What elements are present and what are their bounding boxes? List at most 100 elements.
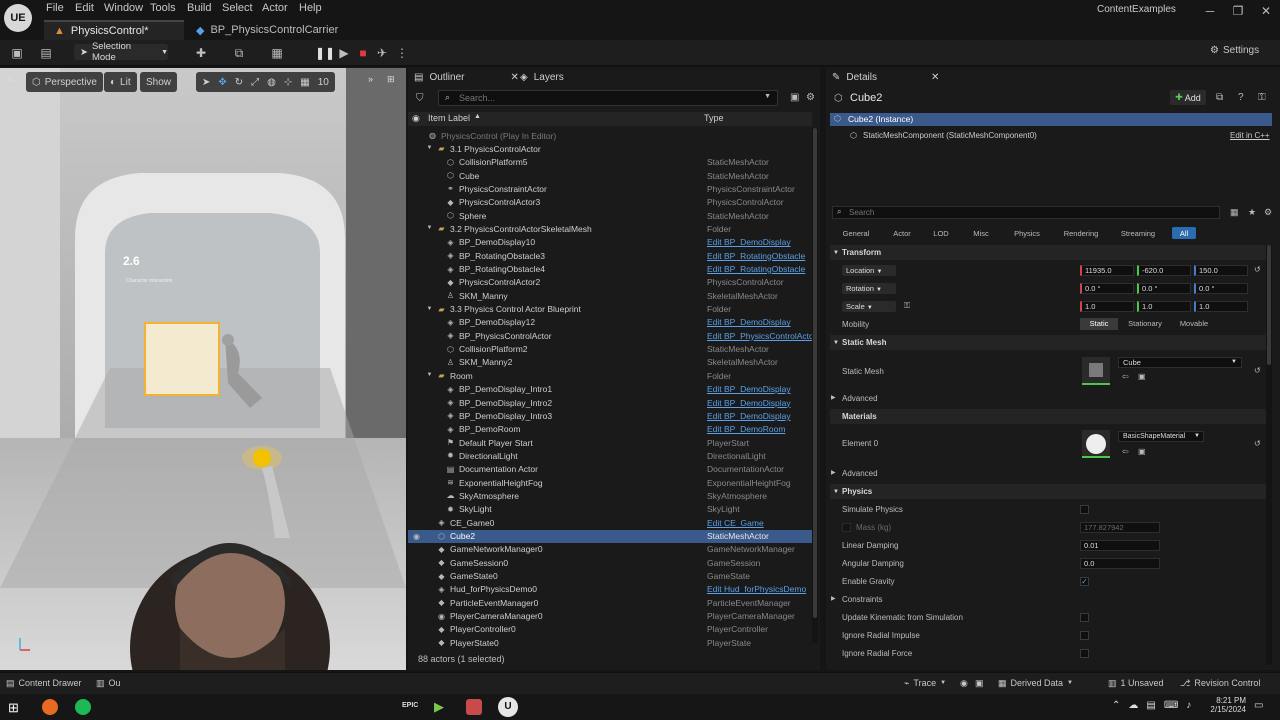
browse-icon[interactable]: ▣ — [1138, 447, 1146, 456]
revision-control-button[interactable]: ⎇ Revision Control — [1180, 676, 1260, 690]
scale-lock-icon[interactable]: ⚿ — [904, 301, 910, 311]
stop-icon[interactable]: ■ — [354, 45, 372, 61]
tab-outliner[interactable]: ▤ Outliner ✕ — [414, 68, 519, 86]
component-row[interactable]: ⬡ StaticMeshComponent (StaticMeshCompone… — [850, 131, 1037, 140]
simulate-physics-checkbox[interactable] — [1080, 505, 1089, 514]
location-x[interactable]: 11935.0 — [1080, 265, 1134, 276]
mobility-static[interactable]: Static — [1080, 318, 1118, 330]
outliner-row[interactable]: ⬡ CollisionPlatform5 StaticMeshActor — [408, 156, 812, 169]
outliner-row[interactable]: ◈ BP_DemoDisplay10 Edit BP_DemoDisplay — [408, 236, 812, 249]
scale-z[interactable]: 1.0 — [1194, 301, 1248, 312]
edit-blueprint-link[interactable]: Edit BP_PhysicsControlActo — [707, 331, 814, 341]
world-icon[interactable]: ◍ — [267, 77, 276, 88]
eject-icon[interactable]: ✈ — [373, 45, 391, 61]
outliner-row[interactable]: ▼ ▰ Room Folder — [408, 369, 812, 382]
outliner-row[interactable]: ⬡ Sphere StaticMeshActor — [408, 209, 812, 222]
close-icon[interactable]: ✕ — [1252, 0, 1280, 22]
step-icon[interactable]: ▶ — [335, 45, 353, 61]
unsaved-button[interactable]: ▥ 1 Unsaved — [1108, 676, 1164, 690]
outliner-row[interactable]: ◆ GameState0 GameState — [408, 570, 812, 583]
location-y[interactable]: -620.0 — [1137, 265, 1191, 276]
menu-window[interactable]: Window — [104, 2, 143, 16]
ignore-radial-force-checkbox[interactable] — [1080, 649, 1089, 658]
reset-icon[interactable]: ↺ — [1254, 265, 1261, 274]
filter-actor[interactable]: Actor — [889, 227, 915, 239]
outliner-row[interactable]: ◈ BP_DemoDisplay_Intro1 Edit BP_DemoDispla… — [408, 383, 812, 396]
static-mesh-section[interactable]: ▼ Static Mesh — [830, 335, 1270, 350]
windows-start-icon[interactable]: ⊞ — [8, 700, 19, 716]
filter-lod[interactable]: LOD — [928, 227, 954, 239]
filter-icon[interactable]: ⛉ — [416, 93, 424, 104]
materials-advanced[interactable]: Advanced — [842, 469, 878, 478]
snapshot-icon[interactable]: ▣ — [975, 676, 984, 690]
blueprint-menu-icon[interactable]: ⧉ — [230, 45, 248, 61]
outliner-row[interactable]: ⬡ CollisionPlatform2 StaticMeshActor — [408, 343, 812, 356]
outliner-row[interactable]: ⬡ Cube StaticMeshActor — [408, 169, 812, 182]
expand-chevron-icon[interactable]: ▼ — [425, 144, 434, 153]
scale-x[interactable]: 1.0 — [1080, 301, 1134, 312]
mobility-stationary[interactable]: Stationary — [1118, 318, 1172, 330]
scrollbar-thumb[interactable] — [1267, 245, 1271, 365]
grid-size[interactable]: 10 — [318, 77, 329, 88]
rotation-y[interactable]: 0.0 ° — [1137, 283, 1191, 294]
reset-icon[interactable]: ↺ — [1254, 439, 1261, 448]
instance-row[interactable]: ⬡ Cube2 (Instance) — [830, 113, 1272, 126]
outliner-row[interactable]: ◆ PhysicsControlActor2 PhysicsControlActor — [408, 276, 812, 289]
outliner-row[interactable]: ◆ PhysicsControlActor3 PhysicsControlActor — [408, 196, 812, 209]
chevron-right-icon[interactable]: ▶ — [831, 394, 836, 401]
material-thumbnail[interactable] — [1082, 430, 1110, 458]
unreal-logo[interactable]: UE — [4, 4, 32, 32]
outliner-row[interactable]: ◈ BP_RotatingObstacle3 Edit BP_RotatingObs… — [408, 249, 812, 262]
tray-icons[interactable]: ⌃ ☁ ▤ ⌨ ♪ — [1112, 700, 1191, 711]
perspective-button[interactable]: ⬡ Perspective — [26, 72, 103, 92]
expand-icon[interactable]: » — [368, 74, 373, 84]
edit-blueprint-link[interactable]: Edit BP_RotatingObstacle — [707, 251, 805, 261]
outliner-row[interactable]: ◆ GameSession0 GameSession — [408, 556, 812, 569]
outliner-row[interactable]: ◆ PlayerState0 PlayerState — [408, 636, 812, 649]
filter-all[interactable]: All — [1172, 227, 1196, 239]
clock[interactable]: 8:21 PM 2/15/2024 — [1206, 696, 1246, 714]
settings-button[interactable]: ⚙ Settings — [1210, 45, 1259, 56]
obs-icon[interactable] — [466, 699, 482, 715]
outliner-row[interactable]: ♙ SKM_Manny SkeletalMeshActor — [408, 289, 812, 302]
expand-chevron-icon[interactable]: ▼ — [425, 224, 434, 233]
visibility-eye-icon[interactable]: ◉ — [412, 532, 421, 541]
edit-blueprint-link[interactable]: Edit BP_DemoDisplay — [707, 411, 791, 421]
minimize-icon[interactable]: ─ — [1196, 0, 1224, 22]
linear-damping-field[interactable]: 0.01 — [1080, 540, 1160, 551]
menu-edit[interactable]: Edit — [75, 2, 94, 16]
menu-file[interactable]: File — [46, 2, 64, 16]
mobility-toggle[interactable]: Static Stationary Movable — [1080, 318, 1220, 330]
expand-chevron-icon[interactable]: ▼ — [425, 371, 434, 380]
rotation-dropdown[interactable]: Rotation ▼ — [842, 283, 896, 294]
close-tab-icon[interactable]: ✕ — [931, 72, 939, 83]
outliner-row[interactable]: ◉ ⬡ Cube2 StaticMeshActor — [408, 529, 812, 543]
use-selected-icon[interactable]: ⇦ — [1122, 372, 1129, 381]
rotate-tool-icon[interactable]: ↻ — [235, 77, 243, 88]
unreal-taskbar-icon[interactable]: U — [498, 697, 518, 717]
edit-cpp-link[interactable]: Edit in C++ — [1230, 131, 1270, 140]
blueprint-icon[interactable]: ⧉ — [1216, 92, 1223, 103]
viewport-options-icon[interactable]: ≡ — [8, 74, 22, 86]
scrollbar-thumb[interactable] — [813, 128, 817, 618]
details-settings-icon[interactable]: ⚙ — [1264, 207, 1272, 218]
mobility-movable[interactable]: Movable — [1172, 318, 1216, 330]
tab-layers[interactable]: ◈ Layers — [520, 68, 564, 86]
filter-streaming[interactable]: Streaming — [1116, 227, 1160, 239]
tab-bp-carrier[interactable]: ◆ BP_PhysicsControlCarrier — [186, 20, 346, 40]
add-folder-icon[interactable]: ▣ — [790, 92, 799, 103]
menu-actor[interactable]: Actor — [262, 2, 288, 16]
outliner-row[interactable]: ◈ BP_DemoRoom Edit BP_DemoRoom — [408, 423, 812, 436]
snap-icon[interactable]: ⊹ — [284, 77, 292, 88]
outliner-row[interactable]: ☁ SkyAtmosphere SkyAtmosphere — [408, 489, 812, 502]
scale-y[interactable]: 1.0 — [1137, 301, 1191, 312]
close-tab-icon[interactable]: ✕ — [510, 72, 518, 83]
outliner-search-input[interactable] — [459, 92, 749, 104]
selection-mode-dropdown[interactable]: ➤ Selection Mode ▼ — [74, 41, 168, 63]
play-options-icon[interactable]: ⋮ — [393, 45, 411, 61]
expand-chevron-icon[interactable]: ▼ — [425, 305, 434, 314]
chevron-right-icon[interactable]: ▶ — [831, 469, 836, 476]
outliner-scrollbar[interactable] — [812, 128, 818, 643]
network-icon[interactable]: ▤ — [1146, 700, 1155, 711]
outliner-row[interactable]: ◆ PlayerController0 PlayerController — [408, 623, 812, 636]
